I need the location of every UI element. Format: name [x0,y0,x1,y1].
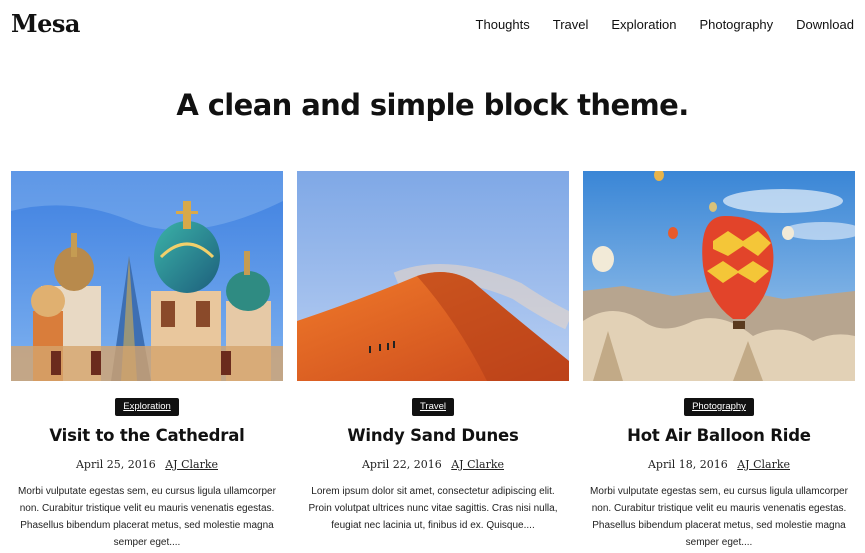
nav-item-thoughts[interactable]: Thoughts [476,17,530,32]
site-tagline: A clean and simple block theme. [176,88,689,122]
nav-item-download[interactable]: Download [796,17,854,32]
post-thumbnail[interactable] [583,171,855,381]
nav-item-photography[interactable]: Photography [699,17,773,32]
post-date: April 25, 2016 [75,458,156,471]
post-thumbnail[interactable] [297,171,569,381]
post-card: Photography Hot Air Balloon Ride April 1… [583,171,855,551]
page: Mesa Thoughts Travel Exploration Photogr… [0,0,865,553]
post-title[interactable]: Visit to the Cathedral [11,426,283,445]
post-title[interactable]: Hot Air Balloon Ride [583,426,855,445]
site-logo[interactable]: Mesa [11,9,80,38]
primary-nav: Thoughts Travel Exploration Photography … [453,17,854,32]
post-date: April 22, 2016 [361,458,442,471]
cathedral-domes-image [11,171,283,381]
post-meta: April 18, 2016 AJ Clarke [583,458,855,471]
post-excerpt: Morbi vulputate egestas sem, eu cursus l… [18,486,276,548]
category-badge[interactable]: Photography [684,398,754,416]
category-badge[interactable]: Travel [411,398,455,416]
post-title[interactable]: Windy Sand Dunes [297,426,569,445]
post-meta: April 22, 2016 AJ Clarke [297,458,569,471]
post-author-link[interactable]: AJ Clarke [165,458,218,471]
category-badge[interactable]: Exploration [115,398,179,416]
sand-dunes-image [297,171,569,381]
post-date: April 18, 2016 [647,458,728,471]
nav-item-exploration[interactable]: Exploration [611,17,676,32]
post-card: Travel Windy Sand Dunes April 22, 2016 A… [297,171,569,534]
post-thumbnail[interactable] [11,171,283,381]
nav-item-travel[interactable]: Travel [553,17,589,32]
hot-air-balloons-image [583,171,855,381]
post-excerpt: Morbi vulputate egestas sem, eu cursus l… [590,486,848,548]
site-header: Mesa Thoughts Travel Exploration Photogr… [0,0,865,52]
post-author-link[interactable]: AJ Clarke [451,458,504,471]
post-excerpt: Lorem ipsum dolor sit amet, consectetur … [308,486,558,531]
post-meta: April 25, 2016 AJ Clarke [11,458,283,471]
post-card: Exploration Visit to the Cathedral April… [11,171,283,551]
post-author-link[interactable]: AJ Clarke [737,458,790,471]
